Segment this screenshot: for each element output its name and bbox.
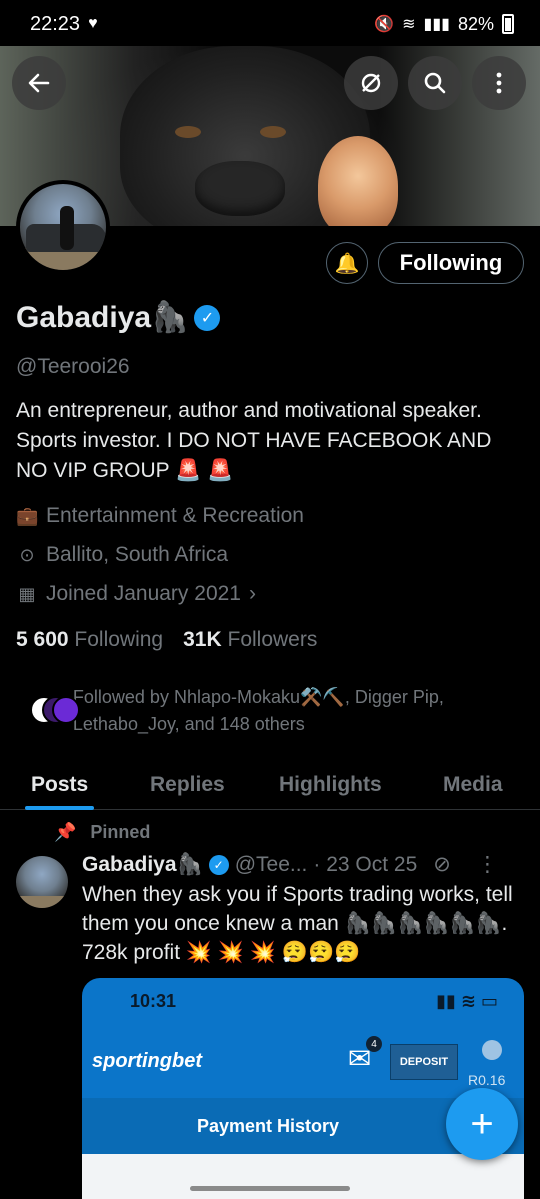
- mail-badge: 4: [366, 1036, 382, 1052]
- profile-tabs: Posts Replies Highlights Media: [0, 760, 540, 810]
- arrow-left-icon: [28, 73, 50, 93]
- search-button[interactable]: [408, 56, 462, 110]
- deposit-button: DEPOSIT: [390, 1044, 458, 1080]
- tweet-author-handle[interactable]: @Tee...: [235, 853, 308, 877]
- profile-handle: @Teerooi26: [16, 355, 130, 378]
- followed-by[interactable]: Followed by Nhlapo-Mokaku⚒️⛏️, Digger Pi…: [30, 684, 520, 738]
- grok-icon: [361, 73, 381, 93]
- more-vertical-icon: [496, 72, 502, 94]
- pinned-label: 📌 Pinned: [54, 822, 151, 842]
- heart-icon: ♥: [88, 15, 98, 32]
- profile-bio: An entrepreneur, author and motivational…: [16, 399, 492, 482]
- grok-icon[interactable]: ⊘: [433, 852, 451, 877]
- location-pin-icon: ⊙: [19, 544, 35, 565]
- media-signal-icon: ▮▮ ≋ ▭: [436, 990, 498, 1011]
- tweet-media-image[interactable]: 10:31 ▮▮ ≋ ▭ sportingbet ✉ 4 DEPOSIT R0.…: [82, 978, 524, 1199]
- profile-location: ⊙ Ballito, South Africa: [16, 543, 228, 567]
- wifi-icon: ≋: [402, 16, 416, 33]
- profile-avatar[interactable]: [16, 180, 110, 274]
- followers-count[interactable]: 31K Followers: [183, 628, 317, 652]
- tab-replies[interactable]: Replies: [150, 760, 225, 810]
- profile-joined[interactable]: ▦ Joined January 2021 ›: [16, 582, 256, 606]
- verified-badge-icon[interactable]: ✓: [194, 304, 221, 331]
- profile-name-row: Gabadiya🦍 ✓: [16, 300, 221, 335]
- media-status-bar: 10:31 ▮▮ ≋ ▭: [82, 978, 524, 1024]
- media-app-header: sportingbet ✉ 4 DEPOSIT R0.16: [82, 1024, 524, 1098]
- account-icon: [482, 1040, 502, 1060]
- profile-category: 💼 Entertainment & Recreation: [16, 504, 304, 527]
- media-body: [82, 1154, 524, 1199]
- following-count[interactable]: 5 600 Following: [16, 628, 163, 652]
- pin-icon: 📌: [54, 822, 77, 842]
- briefcase-icon: 💼: [16, 505, 39, 526]
- tweet-header: Gabadiya🦍 ✓ @Tee... · 23 Oct 25 ⊘ ⋮: [82, 852, 524, 877]
- mute-icon: 🔇: [374, 16, 395, 33]
- tweet-more-icon[interactable]: ⋮: [477, 852, 498, 877]
- media-time: 10:31: [130, 990, 177, 1011]
- tweet-avatar[interactable]: [16, 856, 68, 908]
- verified-badge-icon: ✓: [208, 854, 229, 875]
- following-button[interactable]: Following: [378, 242, 524, 284]
- search-icon: [424, 72, 446, 94]
- follow-counts: 5 600 Following 31K Followers: [16, 628, 317, 652]
- status-time: 22:23: [30, 12, 81, 35]
- bell-icon: 🔔: [334, 252, 360, 275]
- tab-highlights[interactable]: Highlights: [279, 760, 382, 810]
- battery-icon: [502, 14, 514, 34]
- tweet-text: When they ask you if Sports trading work…: [82, 883, 513, 964]
- tweet-author-name[interactable]: Gabadiya🦍: [82, 853, 203, 877]
- tab-posts[interactable]: Posts: [24, 760, 95, 810]
- plus-icon: +: [470, 1101, 494, 1146]
- sportingbet-logo: sportingbet: [92, 1049, 202, 1072]
- status-bar: 22:23 ♥ 🔇 ≋ ▮▮▮ 82%: [0, 0, 540, 48]
- tweet-date[interactable]: · 23 Oct 25: [313, 853, 417, 877]
- chevron-right-icon: ›: [248, 582, 256, 605]
- back-button[interactable]: [12, 56, 66, 110]
- more-button[interactable]: [472, 56, 526, 110]
- followed-by-avatars: [30, 690, 80, 732]
- home-indicator[interactable]: [190, 1186, 350, 1191]
- grok-button[interactable]: [344, 56, 398, 110]
- calendar-icon: ▦: [18, 583, 36, 604]
- display-name: Gabadiya🦍: [16, 301, 189, 334]
- notification-bell-button[interactable]: 🔔: [326, 242, 368, 284]
- tab-media[interactable]: Media: [443, 760, 503, 810]
- signal-icon: ▮▮▮: [423, 16, 450, 33]
- followed-by-text: Followed by Nhlapo-Mokaku⚒️⛏️, Digger Pi…: [72, 687, 444, 734]
- account-balance: R0.16: [468, 1072, 506, 1088]
- compose-button[interactable]: +: [446, 1088, 518, 1160]
- battery-percent: 82%: [457, 13, 494, 34]
